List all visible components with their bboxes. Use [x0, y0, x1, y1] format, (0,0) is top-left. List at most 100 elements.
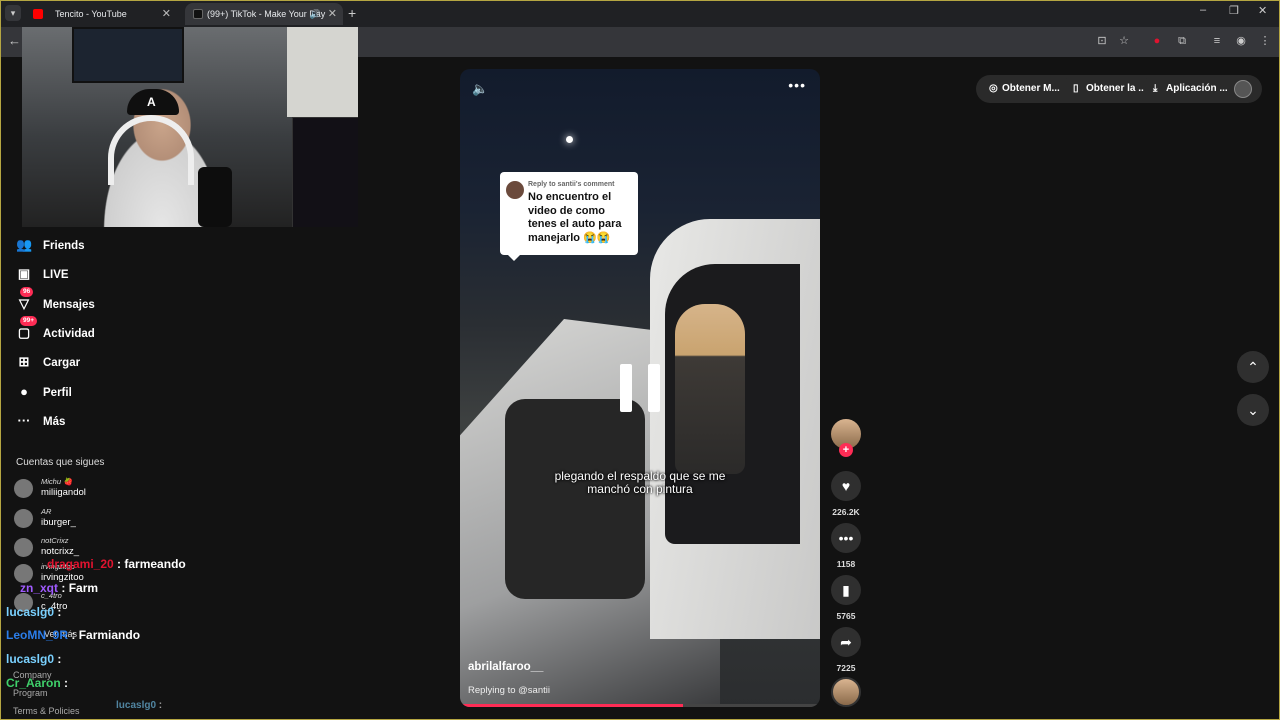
account-username: miliigandol [41, 487, 86, 498]
messages-badge: 96 [20, 287, 34, 297]
video-player[interactable]: 🔈 ••• Reply to santii's comment No encue… [460, 69, 820, 707]
activity-icon: ▢ [17, 325, 31, 340]
pill-label: Obtener M... [1002, 83, 1060, 94]
progress-fill [460, 704, 684, 707]
microphone [198, 167, 232, 227]
coin-icon: ◎ [989, 83, 998, 94]
follow-plus-icon[interactable]: + [839, 443, 853, 457]
install-app-icon[interactable]: ⊡ [1095, 34, 1109, 48]
chat-message: LeoMN_9R : Farmiando [6, 628, 141, 642]
sidebar-item-label: Cargar [43, 357, 81, 369]
chat-message: lucaslg0 : [6, 605, 62, 619]
reply-comment-sticker: Reply to santii's comment No encuentro e… [500, 172, 638, 261]
more-options-icon[interactable]: ••• [788, 77, 806, 93]
volume-icon[interactable]: 🔈 [472, 81, 488, 97]
replying-to[interactable]: Replying to @santii [468, 685, 550, 696]
pill-label: Aplicación ... [1166, 83, 1228, 94]
new-tab-button[interactable]: + [348, 5, 356, 21]
chat-message: lucaslg0 : [6, 652, 62, 666]
chat-text: farmeando [124, 557, 186, 571]
sidebar-item-label: Actividad [43, 328, 95, 340]
sidebar-item-label: Perfil [43, 387, 72, 399]
minimize-button[interactable]: – [1200, 4, 1206, 16]
previous-video-button[interactable]: ⌃ [1237, 351, 1269, 383]
upload-icon: ⊞ [18, 354, 30, 369]
tab-title: (99+) TikTok - Make Your Day [207, 9, 326, 19]
chat-message: zn_xqt : Farm [20, 581, 99, 595]
close-tab-icon[interactable]: ✕ [162, 3, 171, 25]
media-control-icon[interactable]: ≡ [1210, 34, 1224, 48]
pause-icon[interactable] [620, 364, 660, 412]
chat-user: zn_xqt [20, 581, 59, 595]
profile-avatar-icon[interactable]: ◉ [1234, 34, 1248, 48]
messages-icon: ▽ [19, 296, 29, 311]
tab-search-icon[interactable]: ▾ [5, 5, 21, 21]
pill-label: Obtener la ... [1086, 83, 1147, 94]
extensions-puzzle-icon[interactable]: ⧉ [1175, 34, 1189, 48]
sidebar-item-label: LIVE [43, 269, 69, 281]
comment-count: 1158 [836, 559, 856, 569]
tab-title: Tencito - YouTube [55, 9, 127, 19]
next-video-button[interactable]: ⌄ [1237, 394, 1269, 426]
video-author[interactable]: abrilalfaroo__ [468, 661, 543, 673]
phone-icon: ▯ [1073, 83, 1079, 94]
person-in-car [675, 304, 745, 474]
heart-icon[interactable]: ♥ [831, 471, 861, 501]
bookmark-star-icon[interactable]: ☆ [1117, 34, 1131, 48]
reply-body: No encuentro el video de como tenes el a… [528, 191, 622, 244]
tab-youtube[interactable]: Tencito - YouTube ✕ [25, 3, 177, 25]
browser-menu-icon[interactable]: ⋮ [1258, 34, 1272, 48]
avatar [506, 181, 524, 199]
extension-shield-icon[interactable]: ● [1150, 34, 1164, 48]
chat-user: Cr_Aaron [6, 676, 61, 690]
sidebar-item-label: Más [43, 416, 66, 428]
account-username: iburger_ [41, 517, 76, 528]
chat-user: lucaslg0 [6, 652, 55, 666]
car-seat [505, 399, 645, 599]
save-count: 5765 [836, 611, 856, 621]
close-tab-icon[interactable]: ✕ [328, 3, 337, 25]
video-progress-bar[interactable] [460, 704, 820, 707]
background-door [287, 27, 358, 117]
get-app-button[interactable]: ▯ Obtener la ... [1064, 78, 1147, 100]
footer-terms[interactable]: Terms & Policies [13, 706, 80, 716]
back-arrow-icon[interactable]: ← [8, 33, 21, 48]
activity-badge: 99+ [20, 316, 38, 326]
chat-user: lucaslg0 [116, 700, 157, 711]
chat-message: lucaslg0 : [116, 700, 163, 711]
account-name: Michu 🍓 [41, 477, 73, 486]
get-coins-button[interactable]: ◎ Obtener M... [980, 78, 1064, 100]
chat-text: Farmiando [78, 628, 141, 642]
avatar [14, 479, 33, 498]
maximize-button[interactable]: ❐ [1229, 4, 1239, 17]
tab-tiktok[interactable]: (99+) TikTok - Make Your Day 🔊 ✕ [185, 3, 343, 25]
avatar [14, 509, 33, 528]
tab-strip: ▾ Tencito - YouTube ✕ (99+) TikTok - Mak… [0, 0, 1280, 27]
tab-audio-icon[interactable]: 🔊 [310, 3, 321, 25]
chat-user: lucaslg0 [6, 605, 55, 619]
wall-tv [72, 27, 184, 83]
reply-header: Reply to santii's comment [528, 181, 615, 188]
chat-user: LeoMN_9R [6, 628, 69, 642]
desktop-app-button[interactable]: ⤓ Aplicación ... [1144, 78, 1228, 100]
youtube-favicon-icon [33, 9, 43, 19]
profile-icon: ● [20, 384, 28, 399]
live-icon: ▣ [17, 266, 31, 281]
friends-icon: 👥 [16, 237, 33, 252]
share-icon[interactable]: ➦ [831, 627, 861, 657]
chat-message: Cr_Aaron : [6, 676, 69, 690]
account-name: notCrixz [41, 536, 69, 545]
comment-icon[interactable]: ••• [831, 523, 861, 553]
music-disc-icon[interactable] [831, 677, 861, 707]
account-name: AR [41, 507, 52, 516]
close-window-button[interactable]: ✕ [1258, 4, 1267, 17]
video-caption: plegando el respaldo que se me manchó co… [554, 469, 726, 496]
bookmark-icon[interactable]: ▮ [831, 575, 861, 605]
chat-user: dragami_20 [47, 557, 114, 571]
more-icon: ··· [17, 413, 31, 428]
avatar [14, 538, 33, 557]
sidebar-item-label: Mensajes [43, 299, 95, 311]
chat-message: dragami_20 : farmeando [47, 557, 186, 571]
user-avatar[interactable] [1234, 80, 1252, 98]
sidebar-item-label: Friends [43, 240, 85, 252]
